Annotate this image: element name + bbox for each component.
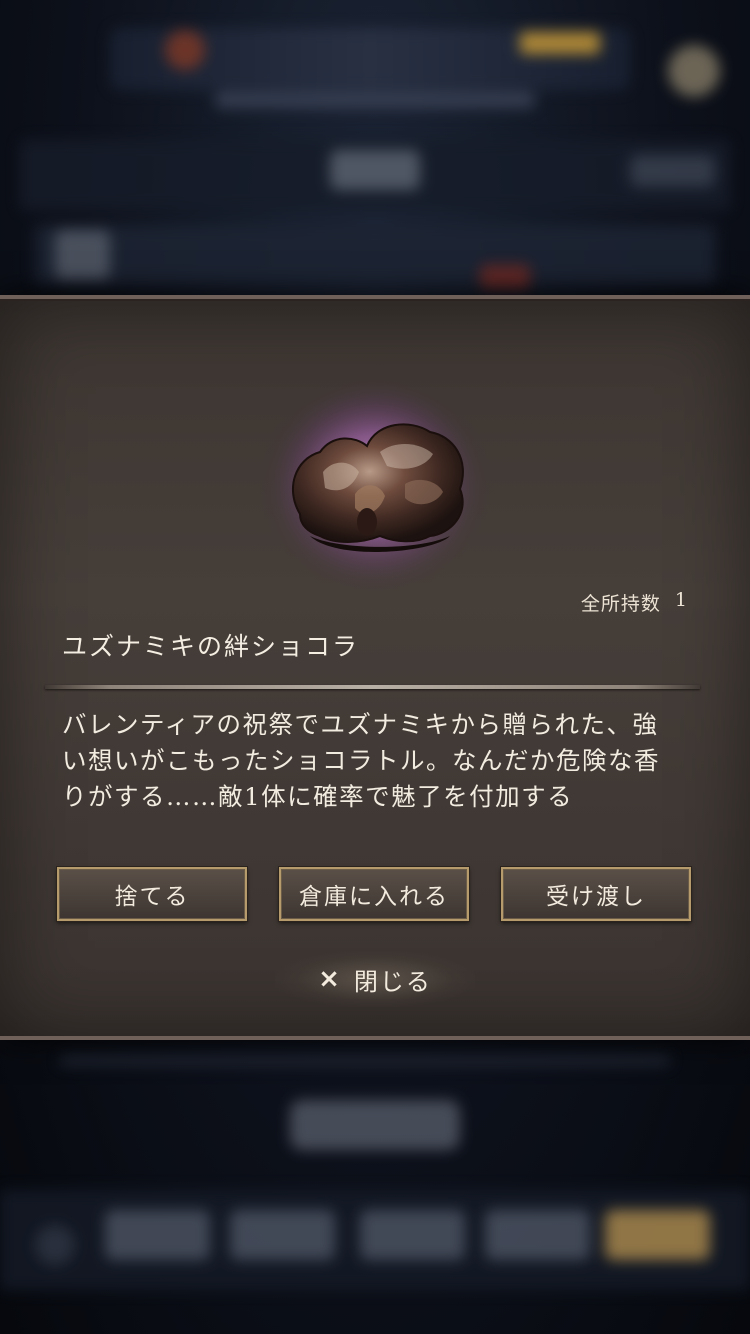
- bg-nav-item-highlight: [605, 1210, 710, 1260]
- owned-count-label: 全所持数: [580, 593, 661, 615]
- discard-button[interactable]: 捨てる: [57, 867, 247, 921]
- bg-row-badge: [480, 265, 530, 290]
- chocolate-item-art: [257, 372, 493, 596]
- item-detail-dialog: 全所持数 1 ユズナミキの絆ショコラ バレンティアの祝祭でユズナミキから贈られた…: [0, 295, 750, 1040]
- store-in-warehouse-button[interactable]: 倉庫に入れる: [279, 867, 469, 921]
- bg-nav-item: [230, 1210, 335, 1260]
- bg-bottom-button: [290, 1100, 460, 1150]
- bg-subtitle: [215, 92, 535, 108]
- bg-bottom-line: [60, 1055, 670, 1065]
- bg-tab-active: [330, 150, 420, 190]
- bg-row-icon: [55, 230, 110, 280]
- item-description-line: い想いがこもったショコラトル。なんだか危険な香: [62, 746, 660, 775]
- item-description-line: バレンティアの祝祭でユズナミキから贈られた、強: [62, 710, 659, 739]
- close-button[interactable]: × 閉じる: [275, 951, 475, 1007]
- bg-nav-item: [105, 1210, 210, 1260]
- bg-corner-button: [668, 45, 720, 97]
- bg-top-icon: [165, 30, 205, 70]
- chocolate-item-icon: [255, 364, 495, 596]
- owned-count-value: 1: [674, 589, 688, 611]
- bg-nav-item: [485, 1210, 590, 1260]
- screen: 全所持数 1 ユズナミキの絆ショコラ バレンティアの祝祭でユズナミキから贈られた…: [0, 0, 750, 1334]
- item-description-line: りがする……敵1体に確率で魅了を付加する: [62, 782, 574, 811]
- close-label: 閉じる: [353, 967, 432, 996]
- bg-tab-right: [630, 155, 715, 187]
- bg-nav-item: [360, 1210, 465, 1260]
- bg-list-row: [35, 225, 715, 285]
- bg-nav-close: [35, 1225, 75, 1265]
- item-name: ユズナミキの絆ショコラ: [62, 632, 360, 661]
- divider: [45, 685, 700, 689]
- item-description: バレンティアの祝祭でユズナミキから贈られた、強 い想いがこもったショコラトル。な…: [62, 707, 692, 815]
- owned-count: 全所持数 1: [581, 589, 688, 616]
- bg-top-badge: [520, 32, 600, 54]
- close-icon: ×: [318, 964, 342, 994]
- transfer-button[interactable]: 受け渡し: [501, 867, 691, 921]
